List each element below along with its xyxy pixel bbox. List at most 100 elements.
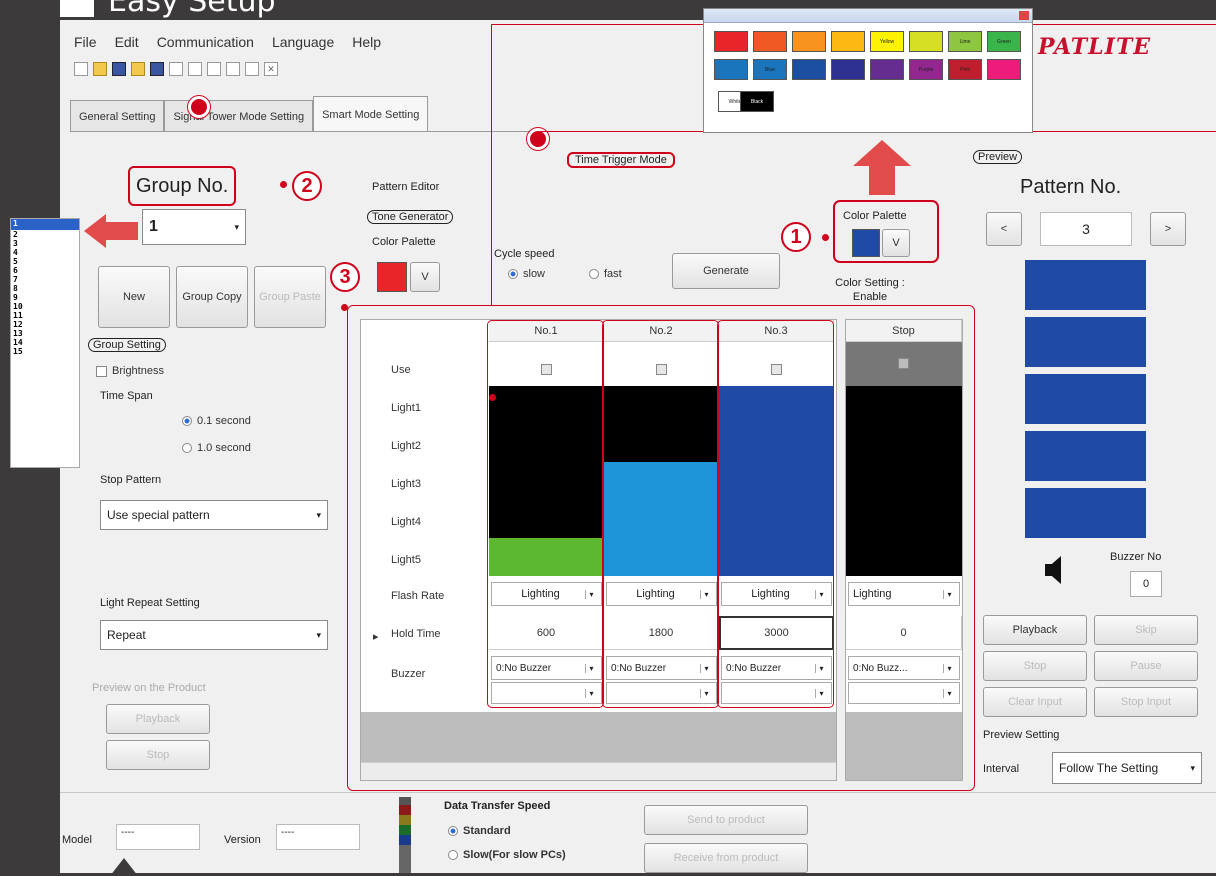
palette-swatch[interactable]: Green — [987, 31, 1021, 52]
delete-icon[interactable]: ✕ — [264, 62, 278, 76]
tab-signal-tower-mode[interactable]: Signal Tower Mode Setting — [164, 100, 314, 132]
stop-light-cell[interactable] — [846, 500, 962, 538]
menu-language[interactable]: Language — [272, 34, 334, 50]
right-color-swatch[interactable] — [852, 229, 880, 257]
receive-from-product-button[interactable]: Receive from product — [644, 843, 808, 873]
interval-select[interactable]: Follow The Setting ▾ — [1052, 752, 1202, 784]
left-palette-v-button[interactable]: V — [410, 262, 440, 292]
palette-swatch[interactable]: Yellow — [870, 31, 904, 52]
palette-swatch[interactable] — [714, 59, 748, 80]
cycle-slow-option[interactable]: slow — [508, 268, 545, 280]
group-paste-button[interactable]: Group Paste — [254, 266, 326, 328]
group-no-select[interactable]: 1 ▾ — [142, 209, 246, 245]
brightness-checkbox[interactable] — [96, 365, 107, 377]
stop-buzzer-select[interactable]: 0:No Buzz... ▾ — [848, 656, 960, 680]
horizontal-scrollbar[interactable] — [361, 762, 836, 780]
menu-file[interactable]: File — [74, 34, 97, 50]
group-list-item[interactable]: 1 — [11, 219, 79, 230]
stop-pattern-select[interactable]: Use special pattern ▾ — [100, 500, 328, 530]
palette-swatch[interactable]: Black — [740, 91, 774, 112]
radio-unselected[interactable] — [589, 269, 599, 279]
playback-button[interactable]: Playback — [983, 615, 1087, 645]
group-list-item[interactable]: 4 — [11, 248, 79, 257]
palette-swatch[interactable] — [870, 59, 904, 80]
open-folder-icon[interactable] — [93, 62, 107, 76]
send-to-product-button[interactable]: Send to product — [644, 805, 808, 835]
light-repeat-select[interactable]: Repeat ▾ — [100, 620, 328, 650]
brightness-option[interactable]: Brightness — [96, 365, 164, 377]
print-icon[interactable] — [226, 62, 240, 76]
new-button[interactable]: New — [98, 266, 170, 328]
group-list-item[interactable]: 12 — [11, 320, 79, 329]
pause-button[interactable]: Pause — [1094, 651, 1198, 681]
stop-flash-rate-select[interactable]: Lighting ▾ — [848, 582, 960, 606]
next-pattern-button[interactable]: > — [1150, 212, 1186, 246]
paste-icon[interactable] — [207, 62, 221, 76]
new-file-icon[interactable] — [74, 62, 88, 76]
palette-swatch[interactable] — [714, 31, 748, 52]
transfer-slow-option[interactable]: Slow(For slow PCs) — [448, 849, 566, 861]
save-icon[interactable] — [112, 62, 126, 76]
group-list-item[interactable]: 10 — [11, 302, 79, 311]
cut-icon[interactable] — [188, 62, 202, 76]
group-list-item[interactable]: 11 — [11, 311, 79, 320]
palette-swatch[interactable] — [831, 59, 865, 80]
menu-help[interactable]: Help — [352, 34, 381, 50]
stop-input-button[interactable]: Stop Input — [1094, 687, 1198, 717]
palette-swatch[interactable] — [792, 31, 826, 52]
stop-light-cell[interactable] — [846, 386, 962, 424]
palette-swatch[interactable]: Pink — [948, 59, 982, 80]
time-span-option-2[interactable]: 1.0 second — [182, 442, 251, 454]
stop-button[interactable]: Stop — [983, 651, 1087, 681]
palette-swatch[interactable] — [753, 31, 787, 52]
palette-swatch[interactable] — [831, 31, 865, 52]
skip-button[interactable]: Skip — [1094, 615, 1198, 645]
group-list-item[interactable]: 7 — [11, 275, 79, 284]
time-span-option-1[interactable]: 0.1 second — [182, 415, 251, 427]
stop-hold-time-cell[interactable]: 0 — [846, 616, 962, 650]
radio-selected[interactable] — [448, 826, 458, 836]
import-icon[interactable] — [131, 62, 145, 76]
group-list-item[interactable]: 9 — [11, 293, 79, 302]
preview-stop-button[interactable]: Stop — [106, 740, 210, 770]
group-list-item[interactable]: 5 — [11, 257, 79, 266]
transfer-standard-option[interactable]: Standard — [448, 825, 511, 837]
palette-swatch[interactable] — [987, 59, 1021, 80]
menu-communication[interactable]: Communication — [157, 34, 254, 50]
right-palette-v-button[interactable]: V — [882, 229, 910, 257]
palette-swatch[interactable] — [792, 59, 826, 80]
print-preview-icon[interactable] — [245, 62, 259, 76]
group-list-item[interactable]: 2 — [11, 230, 79, 239]
close-icon[interactable] — [1019, 11, 1029, 20]
group-list-item[interactable]: 6 — [11, 266, 79, 275]
stop-extra-select[interactable]: ▾ — [848, 682, 960, 704]
generate-button[interactable]: Generate — [672, 253, 780, 289]
stop-use-cell[interactable] — [846, 342, 962, 386]
radio-unselected[interactable] — [182, 443, 192, 453]
group-list-item[interactable]: 15 — [11, 347, 79, 356]
group-list-item[interactable]: 14 — [11, 338, 79, 347]
left-color-swatch[interactable] — [377, 262, 407, 292]
tab-general-setting[interactable]: General Setting — [70, 100, 165, 132]
clear-input-button[interactable]: Clear Input — [983, 687, 1087, 717]
radio-selected[interactable] — [508, 269, 518, 279]
cycle-fast-option[interactable]: fast — [589, 268, 622, 280]
group-list-item[interactable]: 8 — [11, 284, 79, 293]
palette-swatch[interactable]: Purple — [909, 59, 943, 80]
group-copy-button[interactable]: Group Copy — [176, 266, 248, 328]
export-icon[interactable] — [150, 62, 164, 76]
palette-swatch[interactable]: Lime — [948, 31, 982, 52]
palette-swatch[interactable] — [909, 31, 943, 52]
tab-smart-mode[interactable]: Smart Mode Setting — [313, 96, 429, 132]
menu-edit[interactable]: Edit — [115, 34, 139, 50]
group-list-item[interactable]: 3 — [11, 239, 79, 248]
preview-playback-button[interactable]: Playback — [106, 704, 210, 734]
stop-use-checkbox[interactable] — [898, 358, 909, 369]
prev-pattern-button[interactable]: < — [986, 212, 1022, 246]
palette-swatch[interactable]: Blue — [753, 59, 787, 80]
stop-light-cell[interactable] — [846, 462, 962, 500]
radio-selected[interactable] — [182, 416, 192, 426]
radio-unselected[interactable] — [448, 850, 458, 860]
stop-light-cell[interactable] — [846, 424, 962, 462]
group-list-item[interactable]: 13 — [11, 329, 79, 338]
